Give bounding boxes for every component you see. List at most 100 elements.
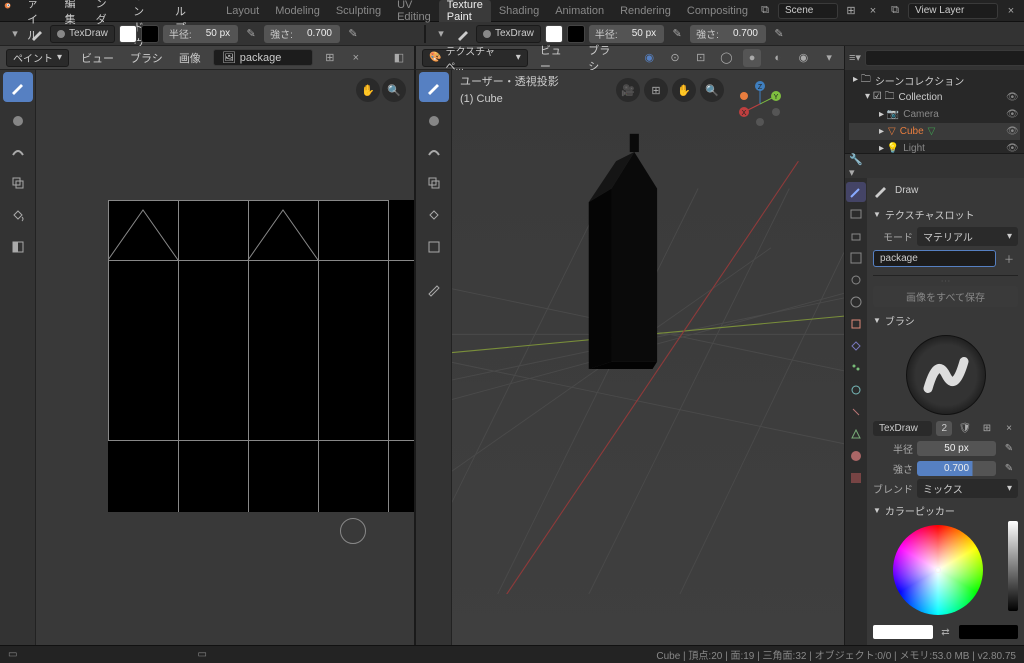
shading-rendered-icon[interactable]: ◉ <box>795 49 813 67</box>
ws-uvediting[interactable]: UV Editing <box>389 0 439 22</box>
color-primary-swatch-right[interactable] <box>545 25 563 43</box>
soften-tool-3d-button[interactable] <box>419 104 449 134</box>
prop-tab-world[interactable] <box>846 292 866 312</box>
editor-type-dropdown-left[interactable]: ▾ <box>6 25 24 43</box>
radius-pressure-left-icon[interactable]: ✎ <box>242 25 260 43</box>
radius-field-right[interactable]: 半径:50 px <box>589 25 664 43</box>
primary-color-bar[interactable] <box>873 625 933 639</box>
brush-radius-field[interactable]: 50 px <box>917 441 996 456</box>
menu-render[interactable]: レンダー <box>86 0 124 21</box>
camera-view-icon[interactable]: 🎥 <box>616 78 640 102</box>
perspective-icon[interactable]: ⊞ <box>644 78 668 102</box>
color-picker-panel-header[interactable]: カラーピッカー <box>873 500 1018 521</box>
prop-tab-modifiers[interactable] <box>846 336 866 356</box>
fill-tool-button[interactable] <box>3 200 33 230</box>
navigation-gizmo[interactable]: Y Z X <box>736 80 784 128</box>
viewlayer-name-field[interactable]: View Layer <box>908 3 998 19</box>
prop-tab-physics[interactable] <box>846 380 866 400</box>
color-secondary-swatch-right[interactable] <box>567 25 585 43</box>
menu-window[interactable]: ウィンドウ <box>123 0 165 21</box>
gizmo-toggle-icon[interactable]: ◉ <box>640 49 658 67</box>
prop-tab-scene[interactable] <box>846 270 866 290</box>
image-menu-view[interactable]: ビュー <box>77 50 118 66</box>
menu-file[interactable]: ファイル <box>17 0 55 21</box>
prop-tab-render[interactable] <box>846 204 866 224</box>
brush-fake-user-icon[interactable]: 🛡 <box>956 419 974 437</box>
scene-new-icon[interactable]: ⊞ <box>842 2 860 20</box>
tex-slot-panel-header[interactable]: テクスチャスロット <box>873 204 1018 225</box>
ws-sculpting[interactable]: Sculpting <box>328 0 389 22</box>
blend-mode-dropdown[interactable]: ミックス ▾ <box>917 479 1018 498</box>
viewport-canvas[interactable]: ユーザー・透視投影 (1) Cube 🎥 ⊞ ✋ 🔍 Y Z X <box>452 70 844 645</box>
mask-tool-button[interactable] <box>3 232 33 262</box>
brush-name-dropdown[interactable]: TexDraw <box>873 421 932 436</box>
color-wheel[interactable] <box>893 525 983 615</box>
viewlayer-browse-icon[interactable]: ⧉ <box>886 2 904 20</box>
strength-pressure-right-icon[interactable]: ✎ <box>770 25 788 43</box>
strength-field-right[interactable]: 強さ:0.700 <box>690 25 766 43</box>
image-name-dropdown[interactable]: 🖼 package <box>213 49 313 66</box>
zoom-icon[interactable]: 🔍 <box>382 78 406 102</box>
xray-toggle-icon[interactable]: ⊡ <box>692 49 710 67</box>
soften-tool-button[interactable] <box>3 104 33 134</box>
annotate-tool-button[interactable] <box>419 274 449 304</box>
clone-tool-3d-button[interactable] <box>419 168 449 198</box>
texture-slot-package[interactable]: package <box>873 250 996 267</box>
radius-field-left[interactable]: 半径:50 px <box>163 25 238 43</box>
image-menu-image[interactable]: 画像 <box>175 50 205 66</box>
outliner-scene-collection[interactable]: ▸ 🗀 シーンコレクション <box>849 72 1020 89</box>
strength-pressure-left-icon[interactable]: ✎ <box>344 25 362 43</box>
radius-pressure-icon[interactable]: ✎ <box>1000 439 1018 457</box>
prop-tab-particles[interactable] <box>846 358 866 378</box>
image-sidebar-toggle-icon[interactable]: ◧ <box>390 49 408 67</box>
mode-dropdown[interactable]: マテリアル ▾ <box>917 227 1018 246</box>
fill-tool-3d-button[interactable] <box>419 200 449 230</box>
color-secondary-swatch[interactable] <box>141 25 159 43</box>
draw-tool-3d-button[interactable] <box>419 72 449 102</box>
pan-icon[interactable]: ✋ <box>356 78 380 102</box>
strength-field-left[interactable]: 強さ:0.700 <box>264 25 340 43</box>
editor-type-dropdown-right[interactable]: ▾ <box>432 25 450 43</box>
smear-tool-3d-button[interactable] <box>419 136 449 166</box>
value-slider[interactable] <box>1008 521 1018 611</box>
shading-solid-icon[interactable]: ● <box>743 49 761 67</box>
shading-wireframe-icon[interactable]: ◯ <box>718 49 736 67</box>
outliner-search-field[interactable] <box>865 50 1024 66</box>
prop-tab-material[interactable] <box>846 446 866 466</box>
menu-help[interactable]: ヘルプ <box>165 0 198 21</box>
prop-tab-object[interactable] <box>846 314 866 334</box>
brush-users-count[interactable]: 2 <box>936 421 952 436</box>
scene-browse-icon[interactable]: ⧉ <box>756 2 774 20</box>
save-all-images-button[interactable]: 画像をすべて保存 <box>873 286 1018 307</box>
prop-tab-viewlayer[interactable] <box>846 248 866 268</box>
brush-dropdown-right[interactable]: TexDraw <box>476 25 541 43</box>
swap-colors-icon[interactable]: ⇄ <box>937 623 955 641</box>
brush-strength-field[interactable]: 0.700 <box>917 461 996 476</box>
smear-tool-button[interactable] <box>3 136 33 166</box>
viewport-menu-view[interactable]: ビュー <box>536 42 576 74</box>
ws-modeling[interactable]: Modeling <box>267 0 328 22</box>
color-primary-swatch[interactable] <box>119 25 137 43</box>
outliner-type-dropdown[interactable]: ≡▾ <box>849 49 861 67</box>
add-texture-slot-icon[interactable]: ＋ <box>1000 250 1018 268</box>
image-menu-brush[interactable]: ブラシ <box>126 50 167 66</box>
scene-name-field[interactable]: Scene <box>778 3 838 19</box>
prop-tab-data[interactable] <box>846 424 866 444</box>
overlays-toggle-icon[interactable]: ⊙ <box>666 49 684 67</box>
brush-new-icon[interactable]: ⊞ <box>978 419 996 437</box>
prop-tab-tool[interactable] <box>846 182 866 202</box>
image-pin-icon[interactable]: ⊞ <box>321 49 339 67</box>
prop-tab-output[interactable] <box>846 226 866 246</box>
ws-animation[interactable]: Animation <box>547 0 612 22</box>
shading-options-icon[interactable]: ▾ <box>820 49 838 67</box>
clone-tool-button[interactable] <box>3 168 33 198</box>
scene-delete-icon[interactable]: × <box>864 2 882 20</box>
ws-rendering[interactable]: Rendering <box>612 0 679 22</box>
ws-layout[interactable]: Layout <box>218 0 267 22</box>
ws-texturepaint[interactable]: Texture Paint <box>439 0 491 22</box>
outliner-collection[interactable]: ▾ ☑ 🗀 Collection👁 <box>849 89 1020 106</box>
strength-pressure-icon[interactable]: ✎ <box>1000 459 1018 477</box>
prop-tab-texture[interactable] <box>846 468 866 488</box>
image-mode-dropdown[interactable]: ペイント ▾ <box>6 49 69 67</box>
image-close-icon[interactable]: × <box>347 49 365 67</box>
